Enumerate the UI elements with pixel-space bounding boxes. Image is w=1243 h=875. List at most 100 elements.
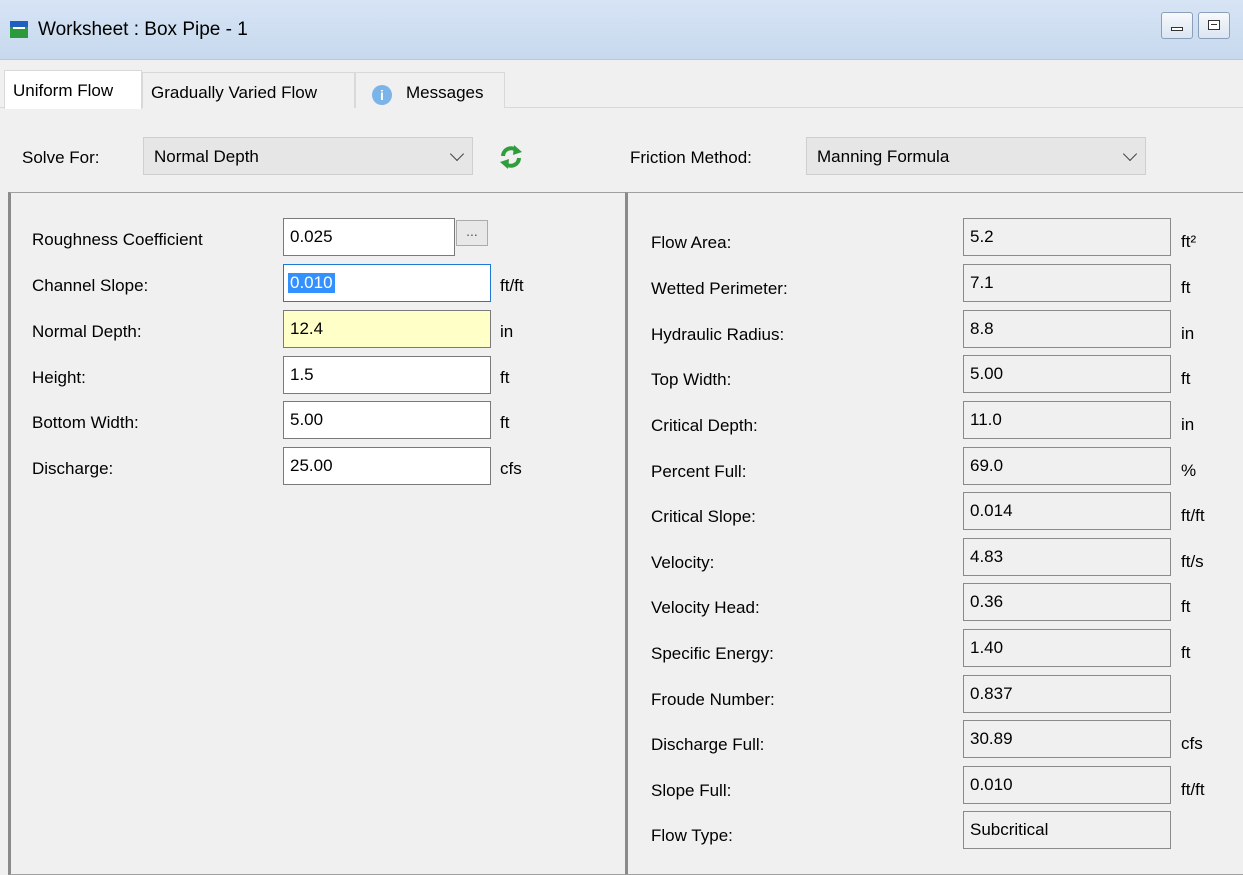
minimize-button[interactable] <box>1161 12 1193 39</box>
channel-slope-field[interactable]: 0.010 <box>283 264 491 302</box>
result-unit: in <box>1181 415 1195 434</box>
input-label: Bottom Width: <box>32 413 139 432</box>
result-label: Velocity Head: <box>651 598 760 617</box>
field-value: 0.025 <box>290 227 333 246</box>
result-label: Hydraulic Radius: <box>651 325 785 344</box>
chevron-down-icon <box>449 146 465 162</box>
flow-type-value: Subcritical <box>963 811 1171 849</box>
tab-messages[interactable]: i Messages <box>355 72 505 108</box>
field-value: 0.014 <box>970 501 1013 520</box>
input-unit: ft <box>500 368 510 387</box>
title-bar: Worksheet : Box Pipe - 1 <box>0 0 1243 60</box>
critical-slope-value: 0.014 <box>963 492 1171 530</box>
bottom-width-field[interactable]: 5.00 <box>283 401 491 439</box>
result-label: Specific Energy: <box>651 644 774 663</box>
ellipsis-button[interactable]: ... <box>456 220 488 246</box>
field-value: 0.837 <box>970 684 1013 703</box>
result-unit: ft <box>1181 369 1191 388</box>
field-value: 5.00 <box>290 410 324 429</box>
field-value: 0.010 <box>288 273 335 293</box>
roughness-coefficient-field[interactable]: 0.025 <box>283 218 455 256</box>
input-unit: cfs <box>500 459 522 478</box>
input-label: Height: <box>32 368 86 387</box>
input-unit: ft <box>500 413 510 432</box>
input-unit: ft/ft <box>500 276 524 295</box>
percent-full-value: 69.0 <box>963 447 1171 485</box>
field-value: 69.0 <box>970 456 1004 475</box>
result-label: Wetted Perimeter: <box>651 279 788 298</box>
input-label: Normal Depth: <box>32 322 142 341</box>
solve-for-label: Solve For: <box>22 148 100 167</box>
window-title: Worksheet : Box Pipe - 1 <box>38 19 248 40</box>
chevron-down-icon <box>1122 146 1138 162</box>
result-unit: cfs <box>1181 734 1203 753</box>
field-value: 0.010 <box>970 775 1013 794</box>
result-unit: ft² <box>1181 232 1197 251</box>
result-unit: ft/s <box>1181 552 1204 571</box>
field-value: 5.2 <box>970 227 994 246</box>
wetted-perimeter-value: 7.1 <box>963 264 1171 302</box>
field-value: 0.36 <box>970 592 1004 611</box>
hydraulic-radius-value: 8.8 <box>963 310 1171 348</box>
field-value: 8.8 <box>970 319 994 338</box>
result-label: Critical Slope: <box>651 507 756 526</box>
discharge-full-value: 30.89 <box>963 720 1171 758</box>
result-label: Top Width: <box>651 370 732 389</box>
result-unit: ft <box>1181 278 1191 297</box>
result-label: Froude Number: <box>651 690 775 709</box>
friction-method-dropdown[interactable]: Manning Formula <box>806 137 1146 175</box>
restore-icon <box>1208 20 1220 30</box>
result-unit: in <box>1181 324 1195 343</box>
result-unit: ft/ft <box>1181 506 1205 525</box>
slope-full-value: 0.010 <box>963 766 1171 804</box>
result-label: Discharge Full: <box>651 735 765 754</box>
input-label: Roughness Coefficient <box>32 230 203 249</box>
velocity-head-value: 0.36 <box>963 583 1171 621</box>
result-label: Flow Type: <box>651 826 733 845</box>
field-value: Subcritical <box>970 820 1049 839</box>
normal-depth-field[interactable]: 12.4 <box>283 310 491 348</box>
result-label: Critical Depth: <box>651 416 758 435</box>
solve-for-dropdown[interactable]: Normal Depth <box>143 137 473 175</box>
refresh-icon[interactable] <box>497 143 525 171</box>
worksheet-icon <box>10 21 28 38</box>
result-unit: ft <box>1181 597 1191 616</box>
field-value: 7.1 <box>970 273 994 292</box>
input-label: Channel Slope: <box>32 276 149 295</box>
field-value: 1.40 <box>970 638 1004 657</box>
critical-depth-value: 11.0 <box>963 401 1171 439</box>
field-value: 30.89 <box>970 729 1013 748</box>
tab-uniform-flow[interactable]: Uniform Flow <box>4 70 142 109</box>
specific-energy-value: 1.40 <box>963 629 1171 667</box>
solve-for-value: Normal Depth <box>154 147 259 166</box>
friction-method-value: Manning Formula <box>817 147 950 166</box>
result-unit: ft/ft <box>1181 780 1205 799</box>
tab-messages-label: Messages <box>406 83 484 102</box>
top-width-value: 5.00 <box>963 355 1171 393</box>
tab-gradually-varied-flow[interactable]: Gradually Varied Flow <box>142 72 355 108</box>
input-unit: in <box>500 322 514 341</box>
result-unit: ft <box>1181 643 1191 662</box>
field-value: 4.83 <box>970 547 1004 566</box>
info-icon: i <box>372 85 392 105</box>
result-label: Velocity: <box>651 553 715 572</box>
field-value: 12.4 <box>290 319 324 338</box>
restore-button[interactable] <box>1198 12 1230 39</box>
tab-strip: Uniform Flow Gradually Varied Flow i Mess… <box>0 70 1243 109</box>
result-label: Percent Full: <box>651 462 747 481</box>
field-value: 11.0 <box>970 410 1002 429</box>
flow-area-value: 5.2 <box>963 218 1171 256</box>
friction-method-label: Friction Method: <box>630 148 752 167</box>
input-label: Discharge: <box>32 459 114 478</box>
discharge-field[interactable]: 25.00 <box>283 447 491 485</box>
field-value: 5.00 <box>970 364 1004 383</box>
velocity-value: 4.83 <box>963 538 1171 576</box>
height-field[interactable]: 1.5 <box>283 356 491 394</box>
result-label: Flow Area: <box>651 233 732 252</box>
result-label: Slope Full: <box>651 781 732 800</box>
field-value: 1.5 <box>290 365 314 384</box>
froude-number-value: 0.837 <box>963 675 1171 713</box>
field-value: 25.00 <box>290 456 333 475</box>
minimize-icon <box>1171 27 1183 31</box>
result-unit: % <box>1181 461 1197 480</box>
